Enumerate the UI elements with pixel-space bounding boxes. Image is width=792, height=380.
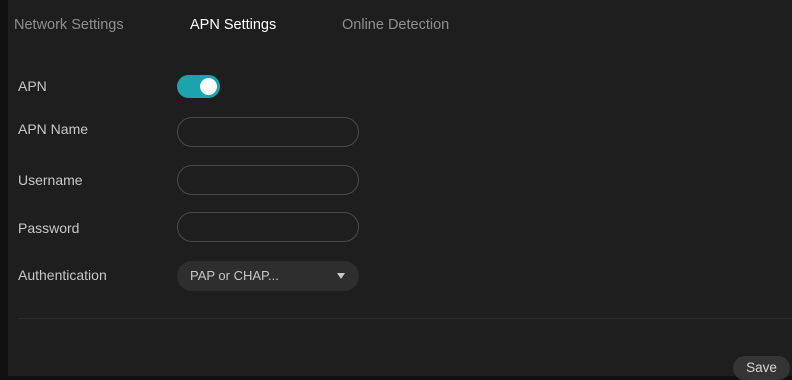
- save-button[interactable]: Save: [733, 356, 790, 380]
- divider: [18, 318, 792, 319]
- password-label: Password: [18, 220, 80, 236]
- authentication-select[interactable]: PAP or CHAP...: [177, 261, 359, 291]
- apn-label: APN: [18, 78, 47, 94]
- tab-online-detection[interactable]: Online Detection: [342, 16, 449, 34]
- authentication-selected-value: PAP or CHAP...: [190, 268, 279, 283]
- username-input[interactable]: [177, 165, 359, 195]
- password-input[interactable]: [177, 212, 359, 242]
- caret-down-icon: [337, 273, 345, 279]
- tab-apn-settings[interactable]: APN Settings: [190, 16, 276, 34]
- tab-network-settings[interactable]: Network Settings: [14, 16, 124, 34]
- apn-toggle-knob: [200, 78, 217, 95]
- authentication-label: Authentication: [18, 267, 107, 283]
- settings-tabs: Network Settings APN Settings Online Det…: [8, 0, 792, 50]
- apn-name-label: APN Name: [18, 121, 89, 137]
- username-label: Username: [18, 172, 83, 188]
- settings-panel: Network Settings APN Settings Online Det…: [8, 0, 792, 380]
- apn-name-input[interactable]: [177, 117, 359, 147]
- apn-toggle[interactable]: [177, 75, 220, 98]
